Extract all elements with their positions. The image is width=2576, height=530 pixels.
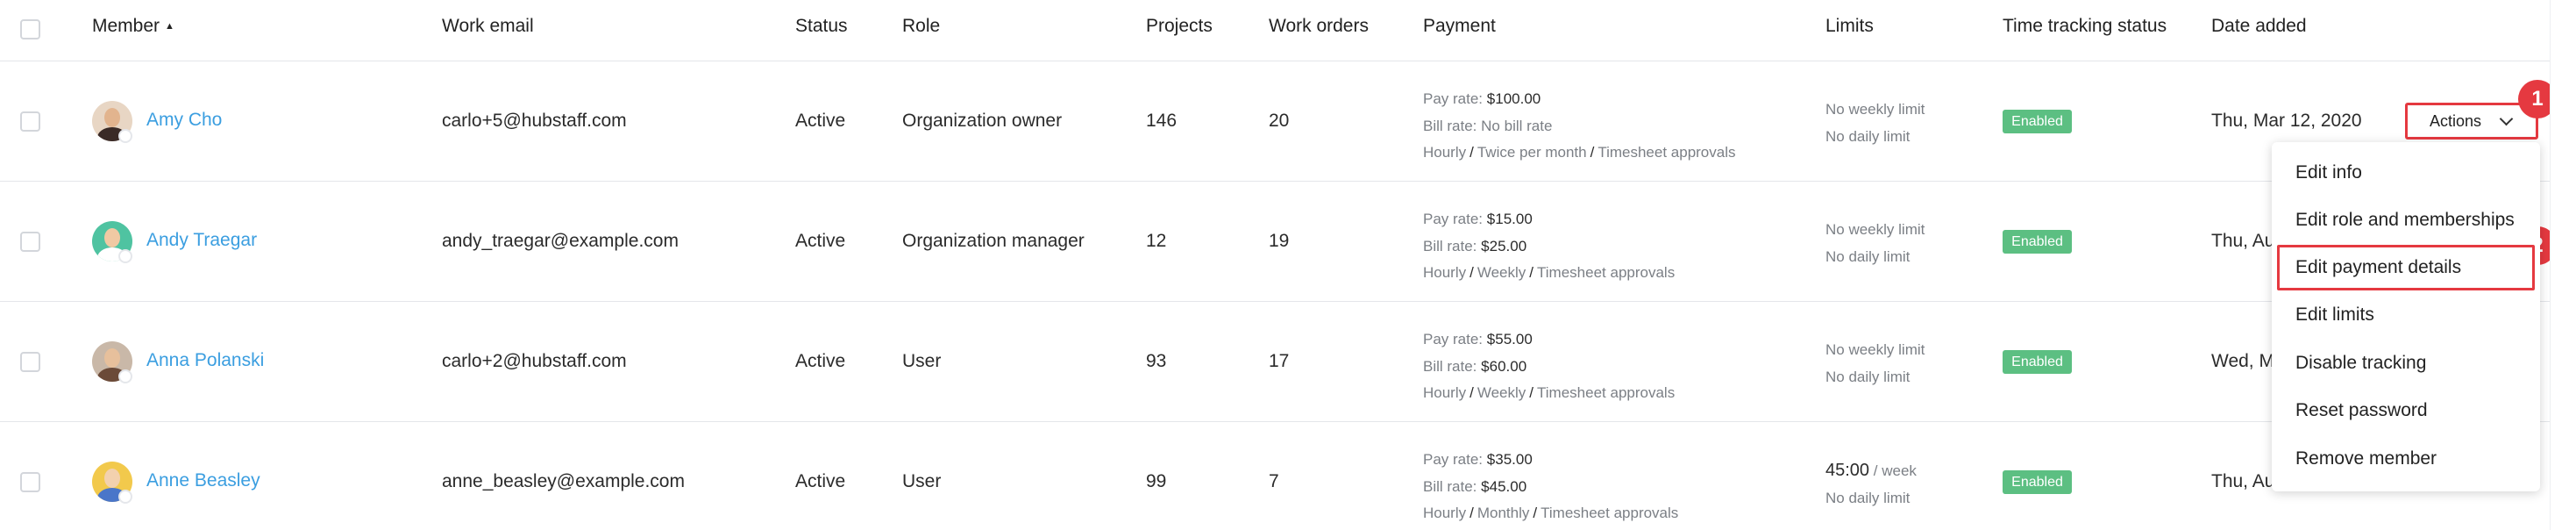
row-checkbox[interactable] [20,232,40,252]
select-all-checkbox[interactable] [20,19,40,39]
limits-info: No weekly limit No daily limit [1825,221,1925,265]
chevron-down-icon [2499,111,2514,126]
work-orders-count: 20 [1269,111,1290,131]
member-status: Active [795,471,846,491]
tracking-status-badge: Enabled [2003,470,2072,494]
work-email: anne_beasley@example.com [442,471,685,491]
date-added: Wed, M [2211,351,2274,371]
projects-count: 146 [1146,111,1178,131]
member-role: User [902,471,942,491]
header-role: Role [902,16,941,36]
presence-dot [118,369,132,383]
sort-asc-icon: ▲ [165,21,174,32]
limits-info: No weekly limit No daily limit [1825,101,1925,145]
table-row: Anne Beasley anne_beasley@example.com Ac… [0,422,2576,530]
row-checkbox[interactable] [20,111,40,132]
work-email: carlo+5@hubstaff.com [442,111,627,131]
header-work-orders: Work orders [1269,16,1369,36]
header-member[interactable]: Member ▲ [92,16,174,37]
limits-info: No weekly limit No daily limit [1825,341,1925,385]
member-role: Organization manager [902,231,1085,251]
projects-count: 99 [1146,471,1167,491]
member-name-link[interactable]: Andy Traegar [146,230,257,251]
member-status: Active [795,351,846,371]
menu-item-edit-payment[interactable]: Edit payment details [2277,245,2535,290]
member-name-link[interactable]: Anna Polanski [146,350,264,371]
actions-dropdown-menu: Edit info Edit role and memberships Edit… [2272,142,2540,491]
limits-info: 45:00 / week No daily limit [1825,461,1917,506]
work-orders-count: 17 [1269,351,1290,371]
header-projects: Projects [1146,16,1213,36]
table-row: Andy Traegar andy_traegar@example.com Ac… [0,182,2576,302]
payment-info: Pay rate: $55.00 Bill rate: $60.00 Hourl… [1423,331,1676,401]
date-added: Thu, Mar 12, 2020 [2211,111,2362,131]
member-role: User [902,351,942,371]
date-added: Thu, Au [2211,471,2275,491]
projects-count: 12 [1146,231,1167,251]
header-work-email: Work email [442,16,534,36]
tracking-status-badge: Enabled [2003,110,2072,133]
row-checkbox[interactable] [20,352,40,372]
presence-dot [118,249,132,263]
menu-item-remove-member[interactable]: Remove member [2272,436,2540,482]
scrollbar[interactable] [2550,0,2576,530]
table-header: Member ▲ Work email Status Role Projects … [0,0,2576,61]
member-status: Active [795,231,846,251]
projects-count: 93 [1146,351,1167,371]
payment-info: Pay rate: $35.00 Bill rate: $45.00 Hourl… [1423,451,1679,521]
tracking-status-badge: Enabled [2003,230,2072,254]
header-payment: Payment [1423,16,1496,36]
member-name-link[interactable]: Amy Cho [146,110,222,131]
payment-info: Pay rate: $100.00 Bill rate: No bill rat… [1423,90,1736,161]
actions-button[interactable]: Actions [2405,103,2538,140]
member-name-link[interactable]: Anne Beasley [146,470,260,491]
menu-item-disable-tracking[interactable]: Disable tracking [2272,340,2540,386]
header-date-added: Date added [2211,16,2307,36]
member-status: Active [795,111,846,131]
presence-dot [118,129,132,143]
members-page: Member ▲ Work email Status Role Projects … [0,0,2576,530]
work-orders-count: 7 [1269,471,1279,491]
menu-item-edit-info[interactable]: Edit info [2272,150,2540,196]
menu-item-edit-role[interactable]: Edit role and memberships [2272,197,2540,243]
presence-dot [118,490,132,504]
date-added: Thu, Au [2211,231,2275,251]
work-email: andy_traegar@example.com [442,231,679,251]
work-orders-count: 19 [1269,231,1290,251]
menu-item-reset-password[interactable]: Reset password [2272,388,2540,433]
table-row: Anna Polanski carlo+2@hubstaff.com Activ… [0,302,2576,422]
menu-item-edit-limits[interactable]: Edit limits [2272,292,2540,338]
table-row: Amy Cho carlo+5@hubstaff.com Active Orga… [0,61,2576,182]
header-time-tracking-status: Time tracking status [2003,16,2167,36]
header-status: Status [795,16,848,36]
tracking-status-badge: Enabled [2003,350,2072,374]
header-limits: Limits [1825,16,1874,36]
payment-info: Pay rate: $15.00 Bill rate: $25.00 Hourl… [1423,211,1676,281]
member-role: Organization owner [902,111,1063,131]
work-email: carlo+2@hubstaff.com [442,351,627,371]
row-checkbox[interactable] [20,472,40,492]
